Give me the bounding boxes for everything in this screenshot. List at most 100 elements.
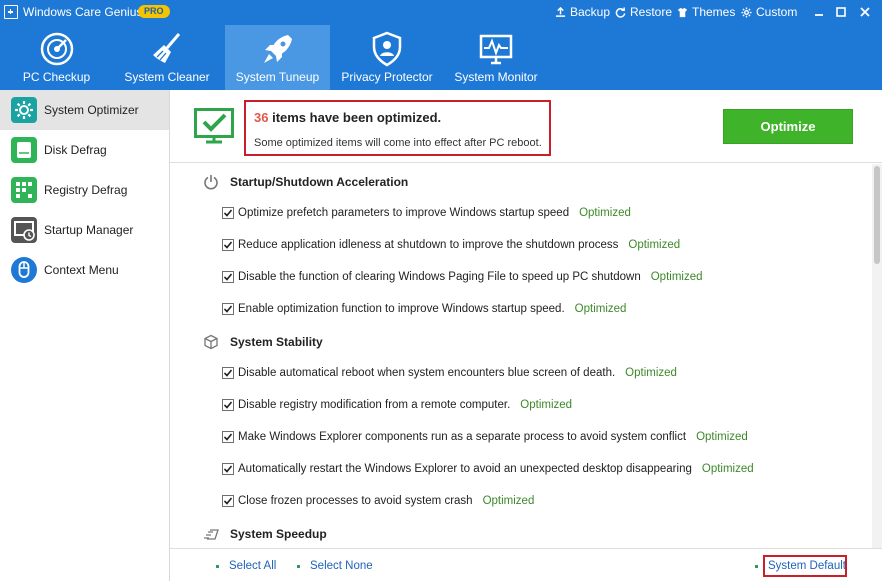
option-label: Make Windows Explorer components run as … [238,431,687,443]
option-checkbox[interactable] [222,495,234,507]
sidebar-item-context-menu[interactable]: Context Menu [0,250,169,290]
mouse-icon [11,257,37,283]
option-row: Optimize prefetch parameters to improve … [222,207,631,219]
tab-system-monitor[interactable]: System Monitor [445,25,547,90]
option-status: Optimized [520,399,573,411]
option-row: Automatically restart the Windows Explor… [222,463,754,475]
tab-system-tuneup[interactable]: System Tuneup [225,25,330,90]
section-title: System Speedup [230,527,327,541]
option-label: Disable the function of clearing Windows… [238,271,641,283]
option-status: Optimized [574,303,627,315]
app-title: Windows Care Genius [23,5,143,19]
tab-pc-checkup-label: PC Checkup [22,70,91,84]
close-icon [860,7,870,17]
sidebar-item-startup-manager[interactable]: Startup Manager [0,210,169,250]
result-box: 36 items have been optimized. Some optim… [244,100,551,156]
section-title: System Stability [230,335,323,349]
pro-badge: PRO [138,5,170,18]
sidebar-item-label: Startup Manager [44,223,134,237]
option-status: Optimized [696,431,748,443]
backup-icon [555,6,566,17]
backup-label: Backup [570,5,611,19]
option-status: Optimized [625,367,677,379]
scrollbar-thumb[interactable] [874,166,880,264]
option-checkbox[interactable] [222,463,234,475]
option-label: Optimize prefetch parameters to improve … [238,207,570,219]
option-status: Optimized [482,495,535,507]
option-label: Disable registry modification from a rem… [238,399,511,411]
restore-button[interactable]: Restore [615,5,672,19]
disk-icon [11,137,37,163]
sidebar-item-label: Disk Defrag [44,143,107,157]
option-row: Reduce application idleness at shutdown … [222,239,680,251]
cube-icon [204,334,218,350]
option-label: Close frozen processes to avoid system c… [238,495,473,507]
sidebar-item-system-optimizer[interactable]: System Optimizer [0,90,169,130]
tab-privacy-protector-label: Privacy Protector [341,70,433,84]
option-checkbox[interactable] [222,367,234,379]
option-row: Disable automatical reboot when system e… [222,367,677,379]
option-checkbox[interactable] [222,207,234,219]
tab-privacy-protector[interactable]: Privacy Protector [334,25,440,90]
tab-system-cleaner-label: System Cleaner [124,70,210,84]
restore-icon [615,6,626,18]
option-row: Disable registry modification from a rem… [222,399,572,411]
optimization-list: Startup/Shutdown Acceleration Optimize p… [170,164,872,548]
option-checkbox[interactable] [222,271,234,283]
monitor-icon [479,34,513,65]
sidebar-item-label: Registry Defrag [44,183,128,197]
maximize-button[interactable] [832,3,850,21]
option-checkbox[interactable] [222,399,234,411]
gear-icon [11,97,37,123]
option-row: Disable the function of clearing Windows… [222,271,703,283]
option-row: Make Windows Explorer components run as … [222,431,748,443]
tab-system-cleaner[interactable]: System Cleaner [113,25,221,90]
main-panel: 36 items have been optimized. Some optim… [170,90,882,581]
custom-button[interactable]: Custom [741,5,797,19]
section-header-stability: System Stability [203,334,323,350]
tab-system-monitor-label: System Monitor [454,70,538,84]
sidebar-item-label: System Optimizer [44,103,139,117]
sidebar-item-disk-defrag[interactable]: Disk Defrag [0,130,169,170]
tab-system-tuneup-label: System Tuneup [235,70,320,84]
rocket-icon [263,35,292,63]
option-label: Automatically restart the Windows Explor… [238,463,692,475]
optimize-button[interactable]: Optimize [723,109,853,144]
option-row: Close frozen processes to avoid system c… [222,495,534,507]
section-header-speedup: System Speedup [203,526,327,542]
shield-icon [372,31,402,67]
select-none-label: Select None [310,560,373,572]
system-default-highlight [763,555,847,577]
sidebar: System Optimizer Disk Defrag Registry De… [0,90,170,581]
option-checkbox[interactable] [222,431,234,443]
registry-icon [11,177,37,203]
option-label: Enable optimization function to improve … [238,303,565,315]
option-status: Optimized [650,271,703,283]
check-monitor-icon [194,108,234,144]
option-checkbox[interactable] [222,239,234,251]
option-checkbox[interactable] [222,303,234,315]
minimize-button[interactable] [810,3,828,21]
top-nav: PC Checkup System Cleaner System Tuneup … [0,25,882,90]
app-logo-icon [4,5,18,19]
pc-checkup-icon [40,32,73,66]
themes-label: Themes [692,5,736,19]
startup-icon [11,217,37,243]
select-all-label: Select All [229,560,277,572]
broom-icon [153,33,181,63]
maximize-icon [836,7,846,17]
tab-pc-checkup[interactable]: PC Checkup [0,25,113,90]
themes-button[interactable]: Themes [677,5,735,19]
result-subtitle: Some optimized items will come into effe… [254,137,542,149]
close-button[interactable] [856,3,874,21]
title-bar: Windows Care Genius PRO Backup Restore T… [0,0,882,25]
sidebar-item-registry-defrag[interactable]: Registry Defrag [0,170,169,210]
option-status: Optimized [579,207,631,219]
select-all-link[interactable]: Select All [216,560,276,572]
list-scrollbar[interactable] [872,164,882,548]
themes-icon [677,7,688,17]
select-none-link[interactable]: Select None [297,560,373,572]
list-footer: Select All Select None System Default [170,548,882,581]
backup-button[interactable]: Backup [555,5,610,19]
option-label: Reduce application idleness at shutdown … [238,239,619,251]
